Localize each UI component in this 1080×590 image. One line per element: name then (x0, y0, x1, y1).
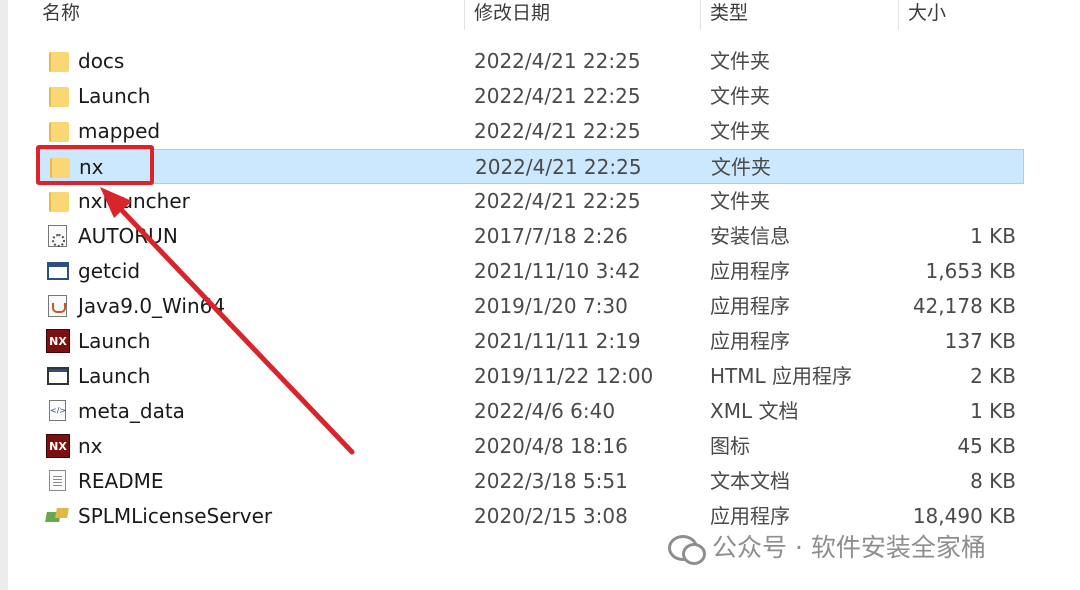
arrow-shaft (109, 197, 355, 455)
watermark-text: 公众号 · 软件安装全家桶 (712, 533, 986, 562)
watermark: 公众号 · 软件安装全家桶 (668, 525, 986, 569)
annotation-arrow (100, 187, 355, 455)
wechat-icon (668, 533, 706, 565)
file-explorer-view: 名称 修改日期 类型 大小 docs 2022/4/21 22:25 文件夹 L… (0, 0, 1080, 590)
